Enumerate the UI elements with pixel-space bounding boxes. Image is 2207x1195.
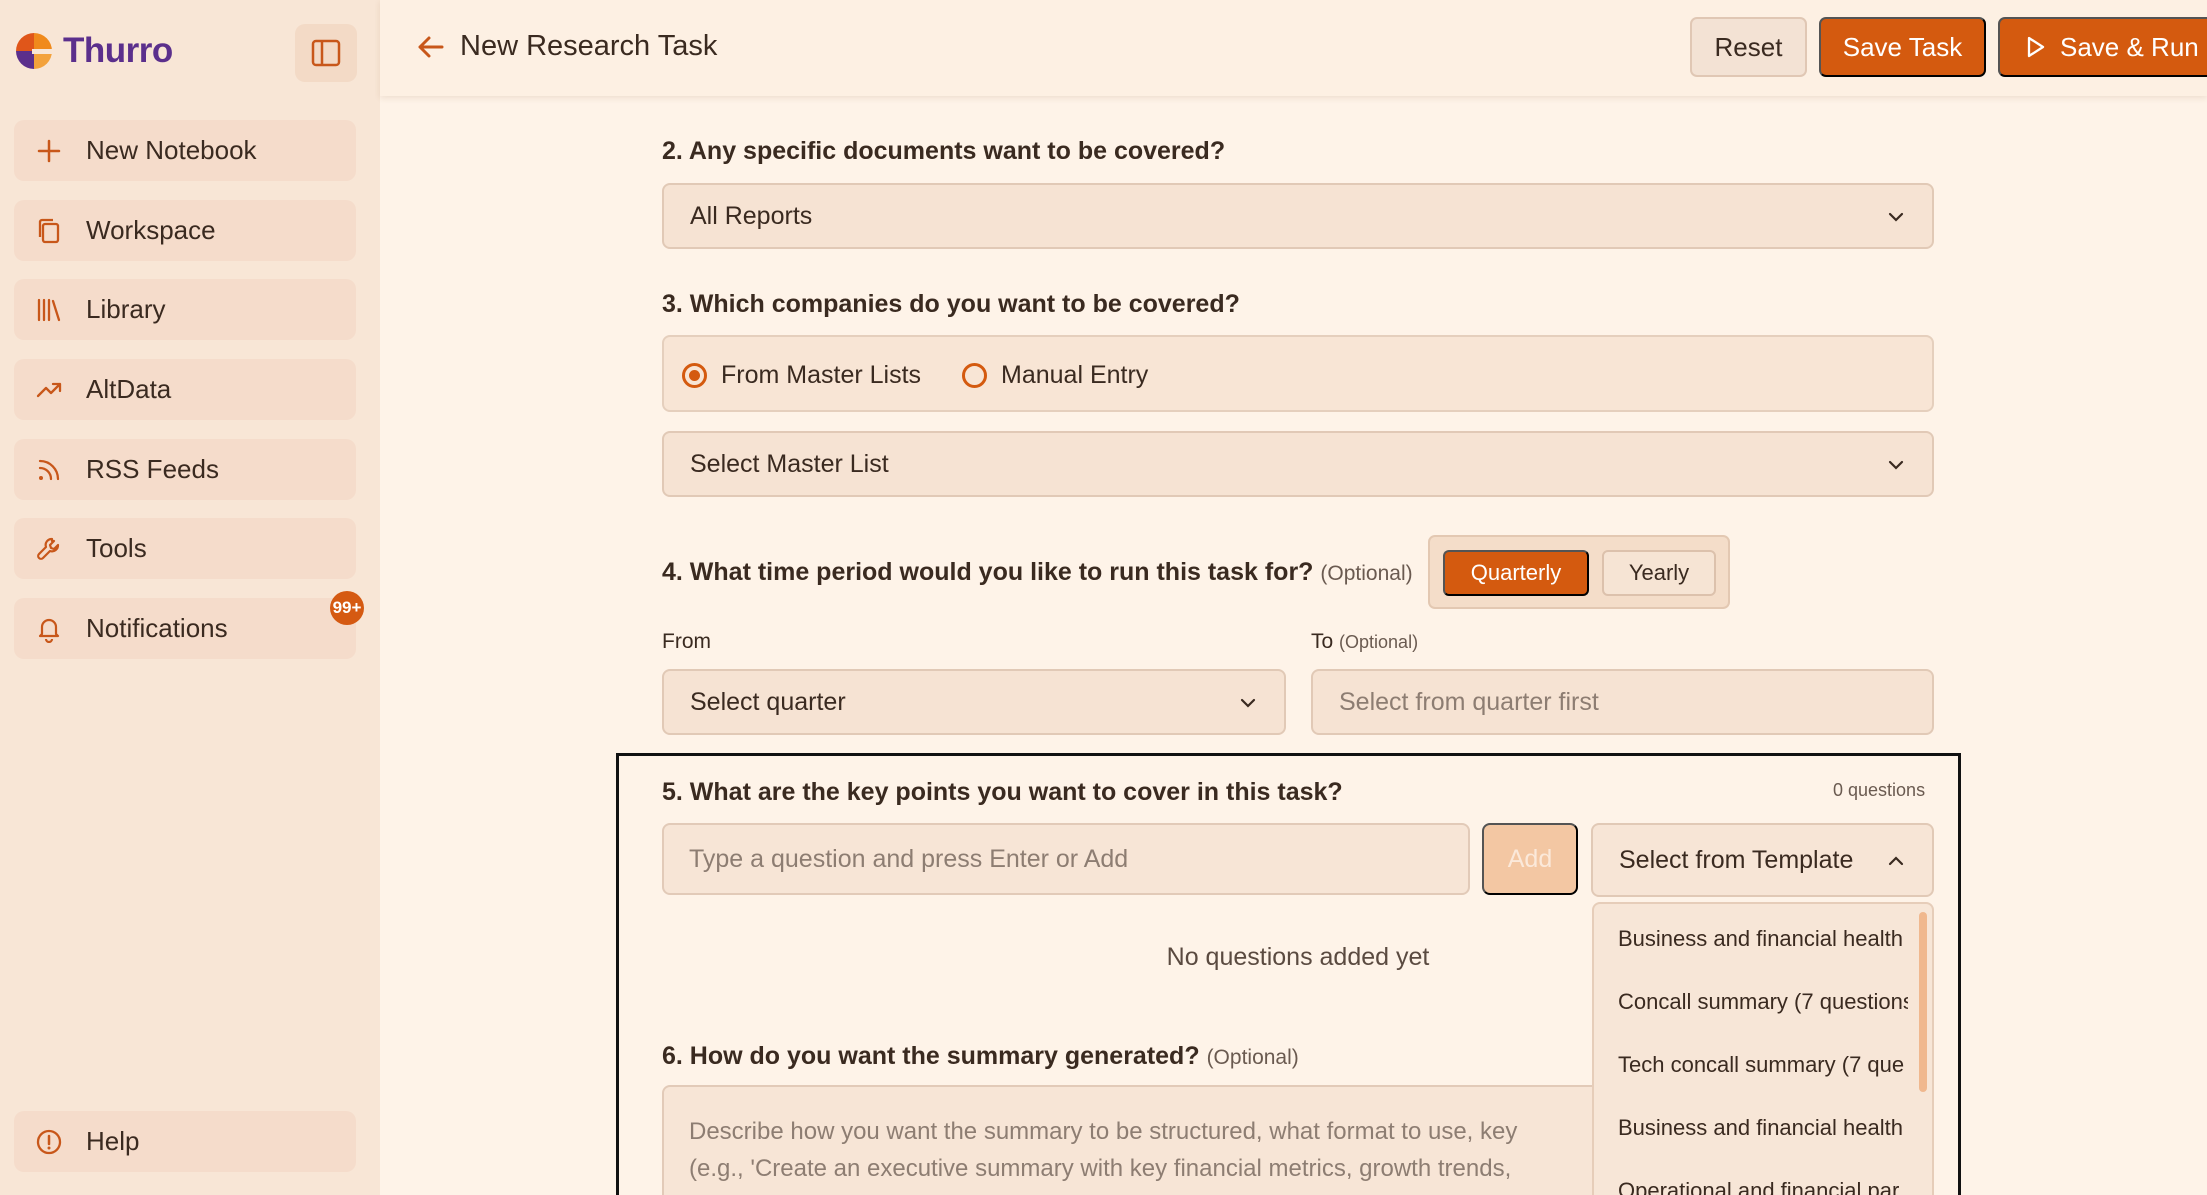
panel-left-icon	[311, 39, 341, 67]
chevron-down-icon	[1888, 460, 1904, 470]
sidebar-item-label: Help	[86, 1126, 140, 1156]
toggle-yearly[interactable]: Yearly	[1602, 550, 1716, 596]
documents-select-value: All Reports	[690, 201, 813, 230]
template-select-placeholder: Select from Template	[1619, 845, 1854, 874]
logo-text: Thurro	[63, 31, 173, 70]
library-icon	[34, 295, 64, 325]
thurro-logo-icon	[13, 30, 55, 72]
chevron-up-icon	[1888, 856, 1904, 866]
page-title: New Research Task	[460, 30, 718, 62]
chevron-down-icon	[1240, 698, 1256, 708]
save-and-run-button[interactable]: Save & Run	[1998, 17, 2207, 77]
q6-label-text: 6. How do you want the summary generated…	[662, 1042, 1200, 1070]
from-quarter-select[interactable]: Select quarter	[662, 669, 1286, 735]
trending-up-icon	[34, 375, 64, 405]
sidebar: Thurro New Notebook Workspace Library Al…	[0, 0, 380, 1195]
bell-icon	[34, 614, 64, 644]
template-option[interactable]: Operational and financial par	[1618, 1178, 1908, 1195]
radio-from-master-lists[interactable]: From Master Lists	[682, 361, 921, 390]
q3-label: 3. Which companies do you want to be cov…	[662, 290, 1240, 318]
sidebar-item-altdata[interactable]: AltData	[14, 359, 356, 420]
q2-label: 2. Any specific documents want to be cov…	[662, 137, 1226, 165]
template-option[interactable]: Business and financial health	[1618, 1115, 1908, 1141]
template-option[interactable]: Business and financial health	[1618, 926, 1908, 952]
sidebar-item-label: New Notebook	[86, 135, 257, 165]
radio-checked-icon	[682, 363, 707, 388]
template-dropdown-menu: Business and financial health Concall su…	[1592, 902, 1934, 1195]
master-list-select[interactable]: Select Master List	[662, 431, 1934, 497]
q4-optional: (Optional)	[1320, 562, 1413, 585]
sidebar-item-label: AltData	[86, 374, 172, 404]
master-list-placeholder: Select Master List	[690, 449, 889, 478]
sidebar-item-workspace[interactable]: Workspace	[14, 200, 356, 261]
sidebar-item-library[interactable]: Library	[14, 279, 356, 340]
save-and-run-label: Save & Run	[2060, 31, 2199, 62]
q4-label-text: 4. What time period would you like to ru…	[662, 558, 1314, 586]
questions-count: 0 questions	[1833, 780, 1926, 800]
from-quarter-placeholder: Select quarter	[690, 687, 846, 716]
to-label-text: To	[1311, 630, 1334, 653]
arrow-left-icon[interactable]	[414, 30, 448, 64]
sidebar-item-label: Notifications	[86, 613, 228, 643]
q4-label: 4. What time period would you like to ru…	[662, 558, 1413, 587]
to-optional: (Optional)	[1339, 632, 1419, 652]
reset-button[interactable]: Reset	[1690, 17, 1807, 77]
play-icon	[2027, 36, 2045, 58]
sidebar-item-new-notebook[interactable]: New Notebook	[14, 120, 356, 181]
rss-icon	[34, 455, 64, 485]
dropdown-scrollbar[interactable]	[1919, 912, 1927, 1092]
to-label: To (Optional)	[1311, 630, 1418, 654]
sidebar-item-help[interactable]: Help	[14, 1111, 356, 1172]
sidebar-item-label: Library	[86, 294, 166, 324]
q6-optional: (Optional)	[1206, 1046, 1299, 1069]
documents-select[interactable]: All Reports	[662, 183, 1934, 249]
to-quarter-placeholder: Select from quarter first	[1339, 687, 1599, 716]
add-question-button[interactable]: Add	[1482, 823, 1578, 895]
company-source-radio-group: From Master Lists Manual Entry	[662, 335, 1934, 412]
radio-manual-entry[interactable]: Manual Entry	[962, 361, 1148, 390]
template-option[interactable]: Tech concall summary (7 que	[1618, 1052, 1908, 1078]
notification-badge: 99+	[330, 591, 364, 625]
logo[interactable]: Thurro	[13, 30, 173, 72]
sidebar-item-notifications[interactable]: Notifications	[14, 598, 356, 659]
sidebar-item-label: Tools	[86, 533, 147, 563]
q5-label: 5. What are the key points you want to c…	[662, 778, 1343, 806]
period-toggle: Quarterly Yearly	[1428, 535, 1730, 609]
save-task-button[interactable]: Save Task	[1819, 17, 1986, 77]
sidebar-toggle-button[interactable]	[295, 24, 357, 82]
to-quarter-select[interactable]: Select from quarter first	[1311, 669, 1934, 735]
sidebar-item-label: Workspace	[86, 215, 216, 245]
radio-unchecked-icon	[962, 363, 987, 388]
from-label: From	[662, 630, 711, 653]
plus-icon	[34, 136, 64, 166]
alert-circle-icon	[34, 1127, 64, 1157]
radio-label: From Master Lists	[721, 361, 922, 389]
q6-label: 6. How do you want the summary generated…	[662, 1042, 1299, 1071]
template-option[interactable]: Concall summary (7 questions	[1618, 989, 1908, 1015]
copy-icon	[34, 216, 64, 246]
sidebar-item-tools[interactable]: Tools	[14, 518, 356, 579]
radio-label: Manual Entry	[1001, 361, 1149, 389]
template-select[interactable]: Select from Template	[1591, 823, 1934, 897]
sidebar-item-rss-feeds[interactable]: RSS Feeds	[14, 439, 356, 500]
sidebar-item-label: RSS Feeds	[86, 454, 219, 484]
toggle-quarterly[interactable]: Quarterly	[1443, 550, 1589, 596]
question-input[interactable]: Type a question and press Enter or Add	[662, 823, 1470, 895]
top-header: New Research Task Reset Save Task Save &…	[380, 0, 2207, 96]
wrench-icon	[34, 534, 64, 564]
chevron-down-icon	[1888, 212, 1904, 222]
